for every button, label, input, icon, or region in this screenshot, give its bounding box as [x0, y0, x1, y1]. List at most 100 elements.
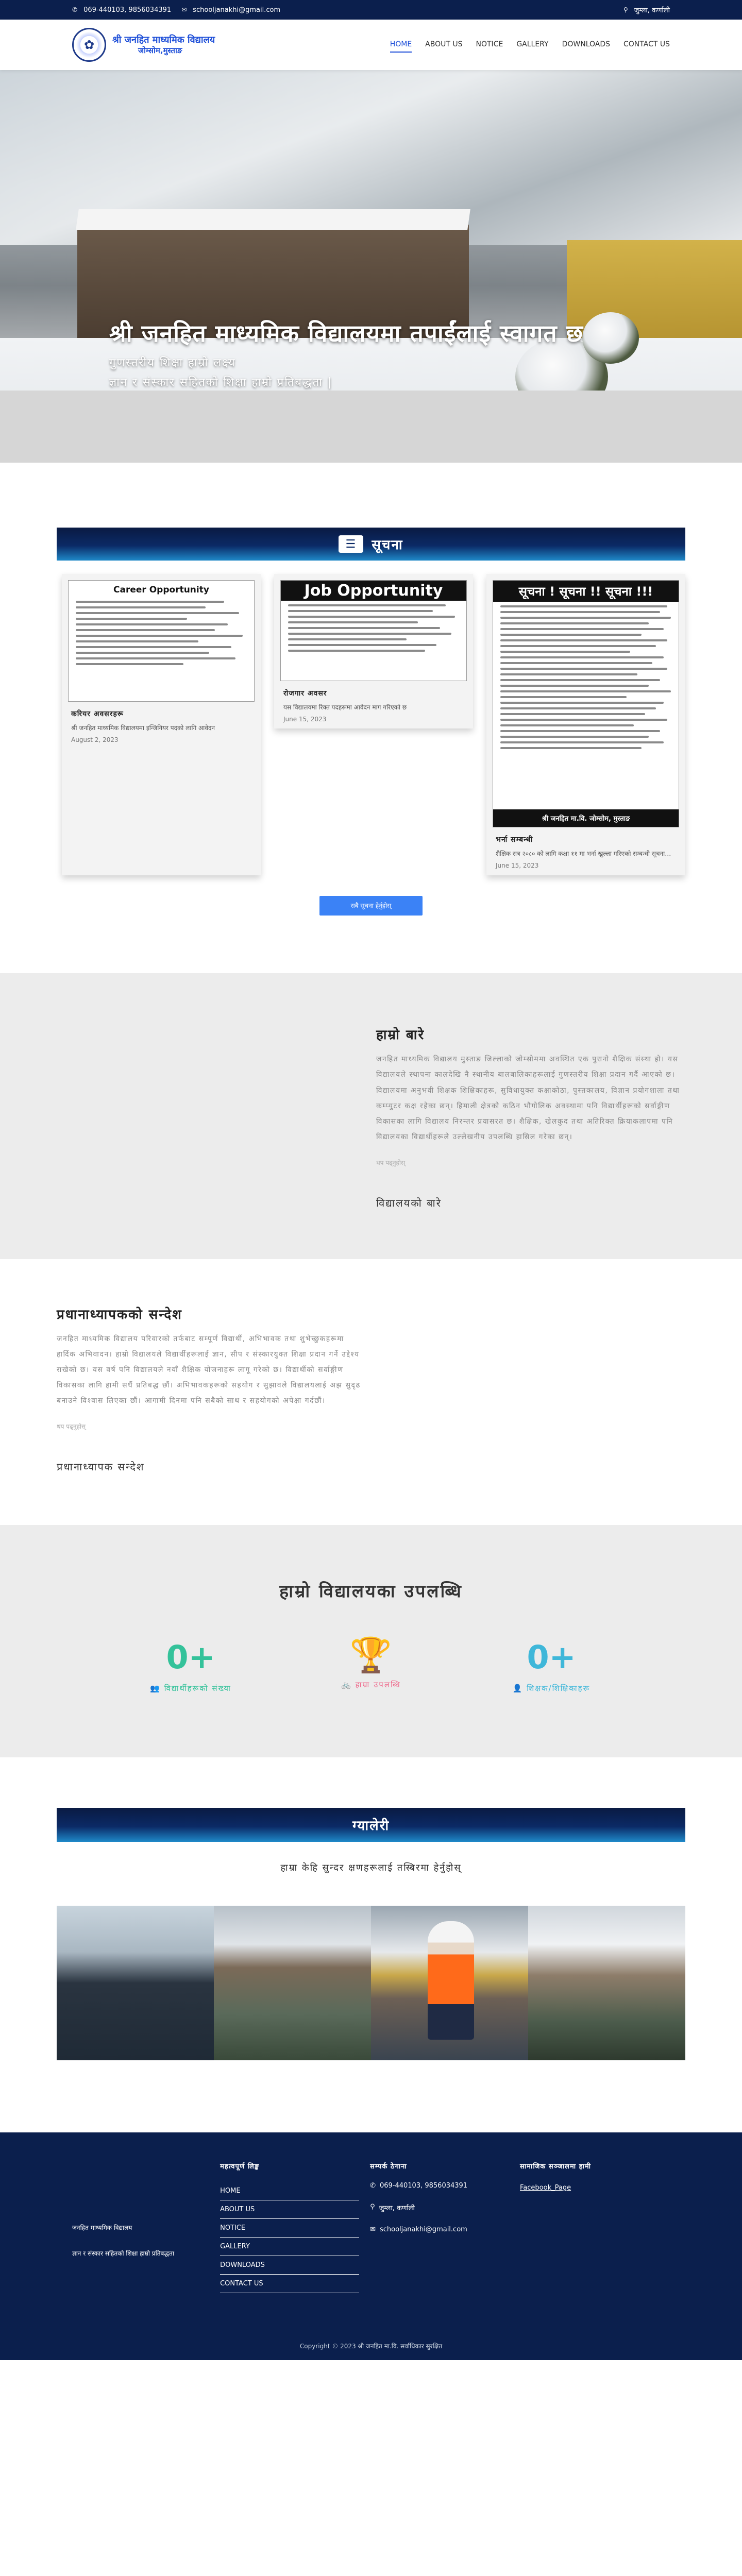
principal-read-more[interactable]: थप पढ्नुहोस्: [57, 1422, 361, 1431]
footer-links-title: महत्वपूर्ण लिङ्क: [220, 2163, 260, 2171]
gallery-heading: ग्यालेरी: [352, 1818, 390, 1834]
gallery-photo[interactable]: [214, 1906, 371, 2061]
gallery-section: ग्यालेरी हाम्रा केहि सुन्दर क्षणहरूलाई त…: [0, 1757, 742, 2132]
gallery-photo[interactable]: [57, 1906, 214, 2061]
footer-link-contact[interactable]: CONTACT US: [220, 2275, 360, 2294]
about-subtitle: विद्यालयको बारे: [376, 1196, 442, 1209]
stat-value: 0+: [527, 1638, 576, 1676]
topbar-email[interactable]: schooljanakhi@gmail.com: [193, 6, 280, 14]
copyright: Copyright © 2023 श्री जनहित मा.वि. सर्वा…: [0, 2331, 742, 2361]
school-place: जोम्सोम,मुस्ताङ: [138, 45, 182, 55]
stat-teachers: 0+ 👤 शिक्षक/शिक्षिकाहरू: [479, 1638, 623, 1693]
facebook-link[interactable]: Facebook_Page: [520, 2184, 571, 2192]
top-bar: ✆ 069-440103, 9856034391 ✉ schooljanakhi…: [0, 0, 742, 20]
notice-card[interactable]: Career Opportunity करियर अवसरहरू श्री जन…: [62, 574, 261, 876]
about-title: हाम्रो बारे: [376, 1027, 425, 1043]
stat-label: शिक्षक/शिक्षिकाहरू: [527, 1684, 591, 1693]
gallery-heading-bar: ग्यालेरी: [57, 1808, 685, 1842]
notice-excerpt: श्री जनहित माध्यमिक विद्यालयमा इन्जिनियर…: [71, 724, 215, 732]
about-section: हाम्रो बारे जनहित माध्यमिक विद्यालय मुस्…: [0, 973, 742, 1259]
worker-figure: [428, 1921, 474, 2040]
gallery-photo[interactable]: [371, 1906, 528, 2061]
main-nav: HOME ABOUT US NOTICE GALLERY DOWNLOADS C…: [390, 37, 670, 53]
notice-title[interactable]: करियर अवसरहरू: [71, 709, 251, 719]
phone-icon: ✆: [370, 2182, 376, 2190]
notice-date: August 2, 2023: [71, 736, 119, 744]
notice-image: Job Opportunity: [280, 580, 467, 681]
gallery-lead: हाम्रा केहि सुन्दर क्षणहरूलाई तस्बिरमा ह…: [280, 1862, 462, 1874]
footer-social-title: सामाजिक सञ्जालमा हामी: [520, 2163, 592, 2171]
stat-label: विद्यार्थीहरूको संख्या: [164, 1684, 231, 1693]
about-text: जनहित माध्यमिक विद्यालय मुस्ताङ जिल्लाको…: [376, 1055, 680, 1141]
notice-excerpt: यस विद्यालयमा रिक्त पदहरूमा आवेदन माग गर…: [283, 704, 407, 711]
principal-text: जनहित माध्यमिक विद्यालय परिवारको तर्फबाट…: [57, 1334, 361, 1405]
footer-social: सामाजिक सञ्जालमा हामी Facebook_Page: [520, 2161, 670, 2331]
stat-label: हाम्रा उपलब्धि: [355, 1680, 401, 1690]
newspaper-icon: ☰: [339, 535, 364, 553]
school-logo: ✿: [72, 28, 106, 62]
hero-bottom-band: [0, 391, 742, 463]
notice-title[interactable]: भर्ना सम्बन्धी: [496, 835, 676, 844]
notice-card[interactable]: सूचना ! सूचना !! सूचना !!! श्री जनहित मा…: [486, 574, 685, 876]
nav-contact[interactable]: CONTACT US: [623, 37, 670, 53]
notice-heading: सूचना: [372, 537, 403, 553]
nav-about[interactable]: ABOUT US: [425, 37, 462, 53]
footer-link-notice[interactable]: NOTICE: [220, 2219, 360, 2238]
footer-link-about[interactable]: ABOUT US: [220, 2200, 360, 2219]
stat-value: 0+: [166, 1638, 215, 1676]
footer-link-home[interactable]: HOME: [220, 2182, 360, 2201]
user-icon: 👤: [512, 1684, 527, 1693]
email-icon: ✉: [370, 2226, 376, 2234]
site-header: ✿ श्री जनहित माध्यमिक विद्यालय जोम्सोम,म…: [0, 20, 742, 70]
hero-title: श्री जनहित माध्यमिक विद्यालयमा तपाईंलाई …: [109, 319, 583, 347]
notice-date: June 15, 2023: [496, 862, 539, 870]
gallery-grid: [57, 1906, 685, 2061]
footer-links: महत्वपूर्ण लिङ्क HOME ABOUT US NOTICE GA…: [220, 2161, 370, 2331]
location-icon: ⚲: [370, 2203, 375, 2211]
footer-phone: 069-440103, 9856034391: [379, 2182, 468, 2190]
principal-subtitle: प्रधानाध्यापक सन्देश: [57, 1461, 145, 1473]
stat-achievements: 🏆 🚲 हाम्रा उपलब्धि: [299, 1638, 443, 1693]
view-all-notices-button[interactable]: सबै सूचना हेर्नुहोस्: [319, 896, 423, 916]
stats-title: हाम्रो विद्यालयका उपलब्धि: [279, 1581, 463, 1602]
notice-card[interactable]: Job Opportunity रोजगार अवसर यस विद्यालयम…: [274, 574, 473, 728]
principal-message-section: प्रधानाध्यापकको सन्देश जनहित माध्यमिक वि…: [0, 1259, 742, 1525]
location-icon: ⚲: [623, 6, 628, 13]
footer-link-gallery[interactable]: GALLERY: [220, 2238, 360, 2257]
notice-section: ☰ सूचना Career Opportunity करियर अवसरहरू…: [0, 463, 742, 973]
site-footer: जनहित माध्यमिक विद्यालय ज्ञान र संस्कार …: [0, 2132, 742, 2361]
bicycle-icon: 🚲: [341, 1680, 356, 1690]
notice-image: सूचना ! सूचना !! सूचना !!! श्री जनहित मा…: [493, 580, 679, 827]
footer-address: जुम्ला, कर्णाली: [379, 2205, 415, 2213]
hero-tagline: ज्ञान र संस्कार सहितको शिक्षा हाम्रो प्र…: [109, 376, 333, 389]
footer-link-downloads[interactable]: DOWNLOADS: [220, 2256, 360, 2275]
notice-image: Career Opportunity: [68, 580, 255, 702]
nav-downloads[interactable]: DOWNLOADS: [562, 37, 610, 53]
hero-subtitle: गुणस्तरीय शिक्षा हाम्रो लक्ष्य: [109, 357, 236, 370]
trophy-icon: 🏆: [349, 1635, 393, 1675]
nav-home[interactable]: HOME: [390, 37, 412, 53]
notice-image-title: Job Opportunity: [281, 581, 466, 601]
topbar-address: जुम्ला, कर्णाली: [634, 7, 670, 14]
notice-image-footer: श्री जनहित मा.वि. जोम्सोम, मुस्ताङ: [493, 809, 679, 827]
notice-date: June 15, 2023: [283, 716, 327, 723]
brand[interactable]: ✿ श्री जनहित माध्यमिक विद्यालय जोम्सोम,म…: [72, 28, 215, 62]
nav-gallery[interactable]: GALLERY: [516, 37, 548, 53]
notice-title[interactable]: रोजगार अवसर: [283, 688, 464, 698]
stat-students: 0+ 👥 विद्यार्थीहरूको संख्या: [119, 1638, 263, 1693]
footer-email[interactable]: schooljanakhi@gmail.com: [380, 2226, 467, 2233]
about-read-more[interactable]: थप पढ्नुहोस्: [376, 1158, 690, 1167]
notice-image-title: Career Opportunity: [113, 585, 209, 595]
footer-contact-title: सम्पर्क ठेगाना: [370, 2163, 407, 2171]
phone-icon: ✆: [72, 6, 78, 13]
footer-about: जनहित माध्यमिक विद्यालय ज्ञान र संस्कार …: [72, 2161, 220, 2331]
notice-image-title: सूचना ! सूचना !! सूचना !!!: [493, 581, 679, 602]
principal-title: प्रधानाध्यापकको सन्देश: [57, 1307, 182, 1323]
school-name: श्री जनहित माध्यमिक विद्यालय: [112, 34, 215, 45]
notice-excerpt: शैक्षिक सत्र २०८० को लागि कक्षा ११ मा भर…: [496, 850, 671, 857]
footer-contact: सम्पर्क ठेगाना ✆ 069-440103, 9856034391 ⚲…: [370, 2161, 520, 2331]
topbar-phone: 069-440103, 9856034391: [83, 6, 172, 14]
notice-heading-bar: ☰ सूचना: [57, 528, 685, 561]
nav-notice[interactable]: NOTICE: [476, 37, 503, 53]
gallery-photo[interactable]: [528, 1906, 685, 2061]
